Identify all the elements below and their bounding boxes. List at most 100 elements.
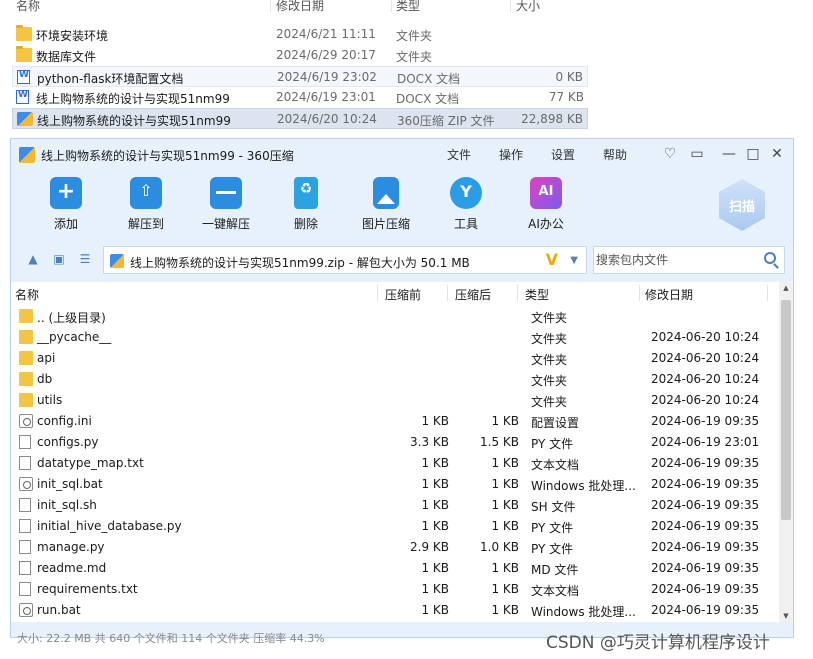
col-name[interactable]: 名称 — [16, 0, 40, 14]
col-name[interactable]: 名称 — [15, 286, 39, 303]
col-date[interactable]: 修改日期 — [645, 286, 693, 303]
col-type[interactable]: 类型 — [396, 0, 420, 14]
file-date: 2024-06-19 09:35 — [651, 498, 760, 512]
file-type: 文件夹 — [531, 311, 568, 325]
file-date: 2024-06-19 09:35 — [651, 603, 760, 617]
verified-icon: V — [545, 250, 558, 269]
address-bar: ▲ ▣ ☰ 线上购物系统的设计与实现51nm99.zip - 解包大小为 50.… — [11, 242, 793, 274]
explorer-row[interactable]: python-flask环境配置文档 2024/6/19 23:02 DOCX 文档… — [12, 66, 588, 87]
file-type: MD 文件 — [531, 563, 579, 577]
explorer-row-size: 22,898 KB — [521, 112, 583, 126]
title-bar[interactable]: 线上购物系统的设计与实现51nm99 - 360压缩 文件 操作 设置 帮助 ♡… — [11, 139, 793, 169]
explorer-row[interactable]: 数据库文件 2024/6/29 20:17 文件夹 — [12, 45, 588, 66]
file-name: readme.md — [37, 561, 107, 575]
chevron-down-icon[interactable]: ▼ — [570, 255, 578, 266]
add-button[interactable]: + 添加 — [31, 177, 101, 232]
skin-icon[interactable]: ♡ — [661, 145, 679, 163]
text-file-icon — [19, 519, 31, 533]
explorer-row-date: 2024/6/19 23:01 — [276, 90, 376, 104]
list-view-icon[interactable]: ☰ — [77, 251, 93, 267]
extract-to-icon: ⇧ — [130, 177, 162, 209]
file-date: 2024-06-19 09:35 — [651, 456, 760, 470]
file-type: Windows 批处理... — [531, 479, 636, 493]
explorer-row-date: 2024/6/29 20:17 — [276, 48, 376, 62]
file-row[interactable]: readme.md 1 KB 1 KB MD 文件 2024-06-19 09:35 — [11, 558, 779, 579]
feedback-icon[interactable]: ▭ — [688, 145, 706, 163]
file-row[interactable]: requirements.txt 1 KB 1 KB 文本文档 2024-06-19 0… — [11, 579, 779, 600]
file-name: requirements.txt — [37, 582, 138, 596]
search-box — [593, 246, 785, 274]
menu-help[interactable]: 帮助 — [603, 146, 627, 163]
menu-settings[interactable]: 设置 — [551, 146, 575, 163]
tools-button[interactable]: Y 工具 — [431, 177, 501, 232]
maximize-icon[interactable]: □ — [744, 145, 762, 163]
scroll-thumb[interactable] — [781, 300, 791, 520]
folder-icon — [19, 393, 33, 407]
menu-file[interactable]: 文件 — [447, 146, 471, 163]
explorer-row-size: 0 KB — [555, 70, 583, 84]
file-uncompressed-size: 1 KB — [491, 519, 519, 533]
minimize-icon[interactable]: — — [720, 145, 738, 163]
file-row[interactable]: configs.py 3.3 KB 1.5 KB PY 文件 2024-06-19 23… — [11, 432, 779, 453]
col-date[interactable]: 修改日期 — [276, 0, 324, 14]
explorer-row[interactable]: 线上购物系统的设计与实现51nm99 2024/6/20 10:24 360压缩 Z… — [12, 108, 588, 129]
extract-to-button[interactable]: ⇧ 解压到 — [111, 177, 181, 232]
ai-office-button[interactable]: AI AI办公 — [511, 177, 581, 232]
file-compressed-size: 3.3 KB — [410, 435, 449, 449]
file-row[interactable]: initial_hive_database.py 1 KB 1 KB PY 文件 202… — [11, 516, 779, 537]
thumbnail-view-icon[interactable]: ▣ — [51, 251, 67, 267]
file-name: config.ini — [37, 414, 92, 428]
scroll-up-icon[interactable]: ▲ — [779, 284, 793, 292]
file-compressed-size: 1 KB — [421, 456, 449, 470]
delete-button[interactable]: ♻ 删除 — [271, 177, 341, 232]
file-row[interactable]: db 文件夹 2024-06-20 10:24 — [11, 369, 779, 390]
file-date: 2024-06-19 09:35 — [651, 561, 760, 575]
col-size[interactable]: 大小 — [516, 0, 540, 14]
col-uncompressed[interactable]: 压缩后 — [455, 286, 491, 303]
file-name: configs.py — [37, 435, 99, 449]
file-name: init_sql.bat — [37, 477, 103, 491]
explorer-row-name: python-flask环境配置文档 — [37, 72, 184, 86]
scan-button[interactable]: 扫描 — [719, 179, 765, 231]
recycle-bin-icon: ♻ — [294, 177, 318, 209]
app-logo-icon — [19, 147, 35, 163]
file-list-header: 名称 压缩前 压缩后 类型 修改日期 — [11, 282, 779, 304]
search-input[interactable] — [596, 253, 756, 267]
file-row[interactable]: __pycache__ 文件夹 2024-06-20 10:24 — [11, 327, 779, 348]
explorer-row-name: 线上购物系统的设计与实现51nm99 — [36, 92, 230, 106]
file-list: 名称 压缩前 压缩后 类型 修改日期 .. (上级目录) 文件夹 __pycache… — [11, 282, 779, 622]
file-uncompressed-size: 1 KB — [491, 582, 519, 596]
explorer-row[interactable]: 线上购物系统的设计与实现51nm99 2024/6/19 23:01 DOCX 文档… — [12, 87, 588, 108]
vertical-scrollbar[interactable]: ▲ ▼ — [779, 282, 793, 622]
text-file-icon — [19, 498, 31, 512]
file-uncompressed-size: 1 KB — [491, 477, 519, 491]
path-field[interactable]: 线上购物系统的设计与实现51nm99.zip - 解包大小为 50.1 MB V… — [103, 246, 587, 274]
close-icon[interactable]: ✕ — [768, 145, 786, 163]
settings-file-icon — [19, 477, 33, 491]
folder-icon — [16, 46, 32, 62]
explorer-row[interactable]: 环境安装环境 2024/6/21 11:11 文件夹 — [12, 24, 588, 45]
search-icon[interactable] — [764, 252, 776, 264]
explorer-row-date: 2024/6/19 23:02 — [277, 70, 377, 84]
file-row[interactable]: utils 文件夹 2024-06-20 10:24 — [11, 390, 779, 411]
file-row[interactable]: .. (上级目录) 文件夹 — [11, 306, 779, 327]
file-name: manage.py — [37, 540, 105, 554]
col-type[interactable]: 类型 — [525, 286, 549, 303]
file-row[interactable]: init_sql.sh 1 KB 1 KB SH 文件 2024-06-19 09:35 — [11, 495, 779, 516]
file-row[interactable]: init_sql.bat 1 KB 1 KB Windows 批处理... 2024-0… — [11, 474, 779, 495]
col-compressed[interactable]: 压缩前 — [385, 286, 421, 303]
file-date: 2024-06-19 09:35 — [651, 477, 760, 491]
file-type: PY 文件 — [531, 542, 574, 556]
file-compressed-size: 1 KB — [421, 414, 449, 428]
one-click-extract-button[interactable]: 一键解压 — [191, 177, 261, 232]
file-row[interactable]: run.bat 1 KB 1 KB Windows 批处理... 2024-06-19 … — [11, 600, 779, 621]
file-row[interactable]: config.ini 1 KB 1 KB 配置设置 2024-06-19 09:35 — [11, 411, 779, 432]
file-row[interactable]: manage.py 2.9 KB 1.0 KB PY 文件 2024-06-19 09:… — [11, 537, 779, 558]
image-compress-button[interactable]: 图片压缩 — [351, 177, 421, 232]
menu-operation[interactable]: 操作 — [499, 146, 523, 163]
scroll-down-icon[interactable]: ▼ — [779, 612, 793, 620]
up-directory-icon[interactable]: ▲ — [25, 251, 41, 267]
file-row[interactable]: api 文件夹 2024-06-20 10:24 — [11, 348, 779, 369]
file-name: run.bat — [37, 603, 81, 617]
file-row[interactable]: datatype_map.txt 1 KB 1 KB 文本文档 2024-06-19 0… — [11, 453, 779, 474]
